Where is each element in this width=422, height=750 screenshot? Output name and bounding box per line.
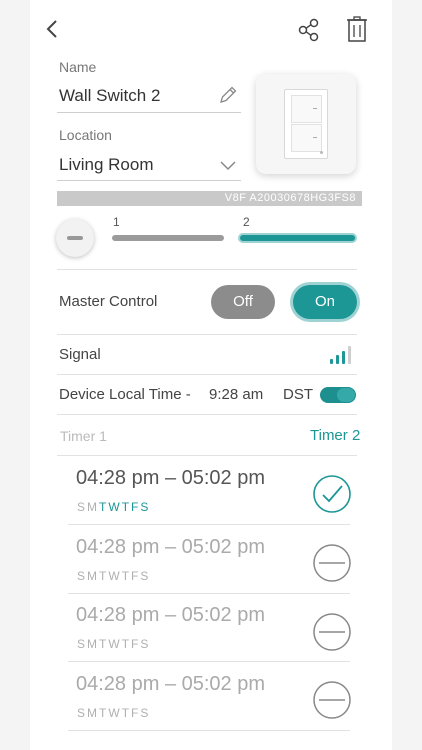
tab-timer-2[interactable]: Timer 2 (310, 427, 360, 444)
chevron-left-icon[interactable] (42, 18, 64, 40)
slot-1-bar[interactable] (112, 235, 224, 241)
rocker-top (291, 95, 322, 123)
switch-plate (284, 89, 328, 159)
signal-label: Signal (59, 346, 101, 363)
local-time-value: 9:28 am (209, 386, 264, 403)
minus-icon (67, 236, 83, 240)
divider (57, 374, 357, 375)
timer-time-range: 04:28 pm – 05:02 pm (76, 536, 266, 558)
signal-strength-icon (330, 346, 358, 364)
master-off-button[interactable]: Off (211, 285, 275, 319)
name-field[interactable]: Wall Switch 2 (59, 86, 160, 106)
minus-circle-icon[interactable] (312, 680, 352, 720)
dst-label: DST (283, 386, 313, 403)
trash-icon[interactable] (346, 16, 368, 42)
dst-toggle[interactable] (320, 387, 356, 403)
serial-number: V8F A20030678HG3FS8 (57, 191, 362, 206)
minus-circle-icon[interactable] (312, 543, 352, 583)
pencil-icon[interactable] (218, 85, 238, 105)
timer-time-range: 04:28 pm – 05:02 pm (76, 604, 266, 626)
share-icon[interactable] (298, 18, 320, 42)
slot-2-bar[interactable] (240, 235, 355, 241)
timer-days: SMTWTFS (77, 637, 151, 651)
name-underline (57, 112, 241, 113)
divider (57, 414, 357, 415)
check-circle-icon[interactable] (312, 474, 352, 514)
location-underline (57, 180, 241, 181)
timer-time-range: 04:28 pm – 05:02 pm (76, 467, 266, 489)
minus-circle-icon[interactable] (312, 612, 352, 652)
tab-timer-1[interactable]: Timer 1 (60, 428, 107, 444)
slot-2-number: 2 (243, 215, 250, 229)
divider (57, 334, 357, 335)
local-time-label: Device Local Time - (59, 386, 191, 403)
divider (68, 730, 350, 731)
divider (57, 269, 357, 270)
device-settings-card: Name Wall Switch 2 Location Living Room … (30, 0, 392, 750)
name-label: Name (59, 59, 97, 75)
master-control-label: Master Control (59, 293, 158, 310)
timer-days: SMTWTFS (77, 500, 151, 514)
toggle-knob (337, 388, 355, 402)
timer-time-range: 04:28 pm – 05:02 pm (76, 673, 266, 695)
remove-slot-button[interactable] (56, 219, 94, 257)
device-image (256, 74, 356, 174)
location-dropdown[interactable]: Living Room (59, 155, 154, 175)
master-on-button[interactable]: On (293, 285, 357, 319)
timer-days: SMTWTFS (77, 706, 151, 720)
chevron-down-icon[interactable] (219, 160, 237, 172)
location-label: Location (59, 127, 112, 143)
slot-1-number: 1 (113, 215, 120, 229)
plate-led (320, 151, 323, 154)
rocker-bottom (291, 124, 322, 152)
timer-days: SMTWTFS (77, 569, 151, 583)
